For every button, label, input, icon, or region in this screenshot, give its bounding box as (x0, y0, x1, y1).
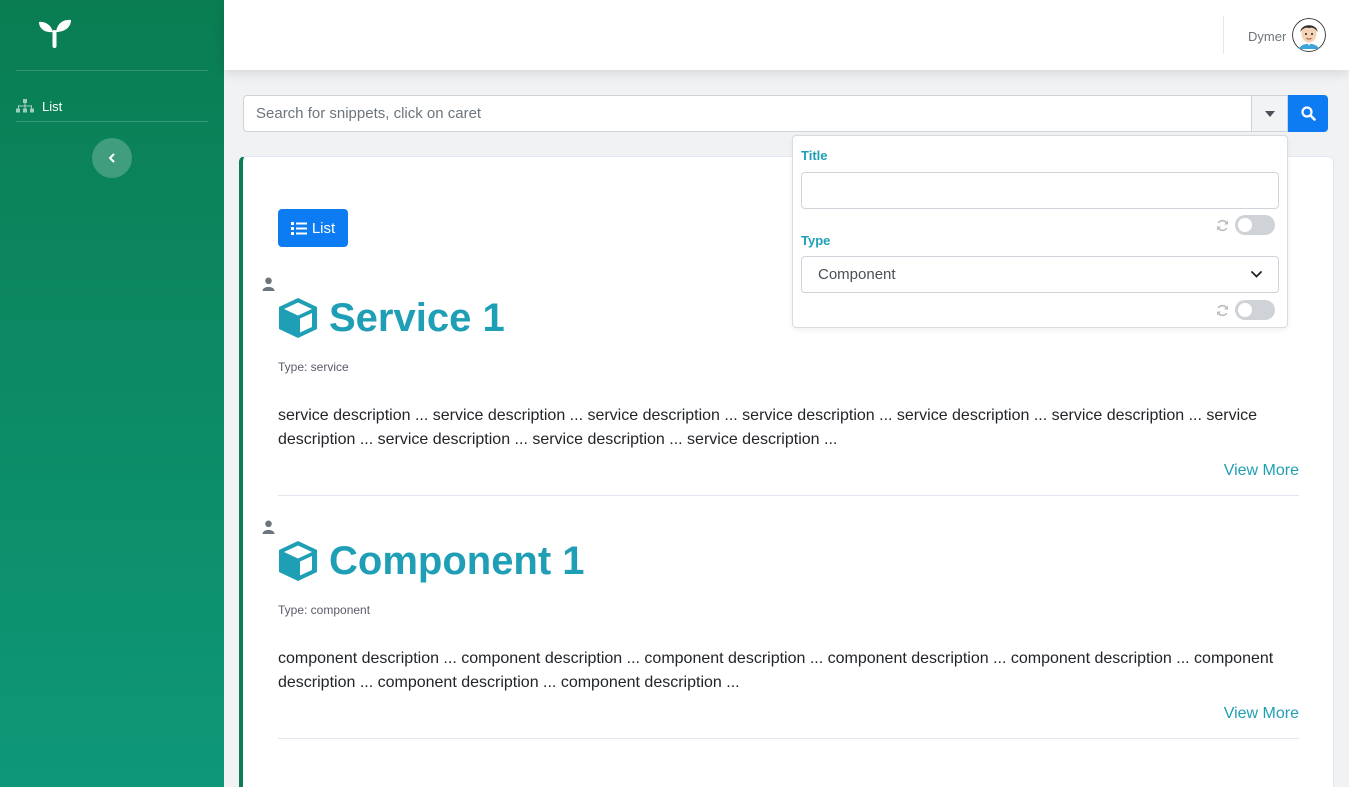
cube-icon (279, 541, 317, 581)
view-more-link[interactable]: View More (1224, 462, 1299, 480)
chevron-down-icon (1251, 271, 1262, 278)
type-filter-toggle[interactable] (1235, 300, 1275, 320)
sprout-icon[interactable] (37, 18, 73, 50)
user-icon (262, 277, 275, 291)
avatar[interactable] (1292, 18, 1326, 52)
refresh-icon[interactable] (1216, 219, 1229, 232)
sidebar-divider (16, 70, 208, 71)
sidebar-divider (16, 121, 208, 122)
search-button[interactable] (1288, 95, 1328, 132)
caret-down-icon (1264, 110, 1275, 117)
item-type: Type: component (278, 603, 371, 617)
sidebar-collapse-button[interactable] (92, 138, 132, 178)
item-description: service description ... service descript… (278, 407, 1258, 448)
sidebar-item-list[interactable]: List (16, 92, 208, 120)
list-button-label: List (311, 219, 336, 237)
search-input[interactable] (243, 95, 1251, 132)
title-filter-input[interactable] (801, 172, 1279, 209)
type-filter-label: Type (801, 233, 831, 248)
chevron-left-icon (109, 153, 115, 163)
user-icon (262, 520, 275, 534)
type-filter-controls (1216, 300, 1275, 320)
type-select[interactable]: Component (801, 256, 1279, 293)
cube-icon (279, 298, 317, 338)
topbar-divider (1223, 16, 1224, 54)
item-type: Type: service (278, 360, 349, 374)
user-name[interactable]: Dymer (1248, 29, 1286, 44)
refresh-icon[interactable] (1216, 304, 1229, 317)
filter-toggle-button[interactable] (1251, 95, 1288, 132)
view-more-link[interactable]: View More (1224, 705, 1299, 723)
item-divider (278, 495, 1299, 496)
type-select-value: Component (818, 266, 896, 283)
item-title: Component 1 (329, 539, 585, 583)
item-title: Service 1 (329, 296, 505, 340)
item-title-link[interactable]: Component 1 (278, 539, 585, 583)
sitemap-icon (16, 99, 34, 113)
title-filter-toggle[interactable] (1235, 215, 1275, 235)
search-bar (243, 95, 1328, 132)
list-icon (290, 221, 307, 235)
sidebar-item-label: List (42, 98, 63, 114)
title-filter-label: Title (801, 148, 828, 163)
search-icon (1300, 106, 1316, 121)
item-title-link[interactable]: Service 1 (278, 296, 505, 340)
item-description: component description ... component desc… (278, 650, 1274, 691)
topbar: Dymer (224, 0, 1349, 70)
item-divider (278, 738, 1299, 739)
filter-panel: Title Type Component (792, 135, 1288, 328)
sidebar: List (0, 0, 224, 787)
list-view-button[interactable]: List (278, 209, 348, 247)
title-filter-controls (1216, 215, 1275, 235)
